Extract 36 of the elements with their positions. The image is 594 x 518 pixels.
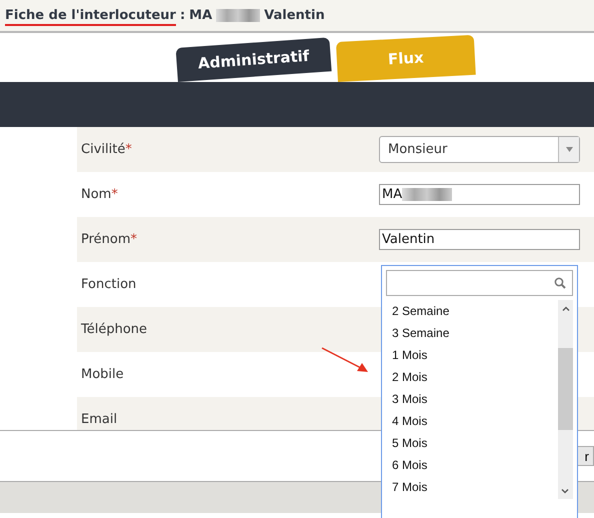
search-icon — [554, 277, 566, 289]
required-asterisk: * — [130, 232, 138, 247]
field-label: Mobile — [81, 367, 124, 382]
field-label: Email — [81, 412, 118, 427]
dropdown-option[interactable]: 3 Semaine — [386, 322, 558, 344]
name-input[interactable]: MA — [379, 184, 580, 205]
field-label: Téléphone — [81, 322, 148, 337]
field-label: Fonction — [81, 277, 136, 292]
contact-first-name: Valentin — [264, 8, 325, 23]
search-field[interactable] — [386, 270, 573, 296]
annotation-arrow — [321, 347, 369, 373]
dropdown-option[interactable]: 2 Mois — [386, 366, 558, 388]
chevron-up-icon — [562, 306, 570, 311]
dropdown-option[interactable]: 6 Mois — [386, 454, 558, 476]
tab[interactable]: Administratif — [176, 37, 332, 82]
dropdown-option[interactable]: 1 Mois — [386, 344, 558, 366]
dropdown-option[interactable]: 7 Mois — [386, 476, 558, 498]
dropdown-option[interactable]: 2 Semaine — [386, 300, 558, 322]
scrollbar[interactable] — [558, 300, 573, 499]
dropdown-option[interactable]: 3 Mois — [386, 388, 558, 410]
dropdown-option[interactable]: 4 Mois — [386, 410, 558, 432]
redacted-blur-icon — [402, 188, 452, 201]
caret-icon — [566, 147, 572, 152]
civility-select[interactable]: Monsieur — [379, 136, 580, 163]
field-label: Civilité — [81, 142, 126, 157]
field-label: Nom — [81, 187, 112, 202]
chevron-down-icon — [561, 489, 569, 494]
required-asterisk: * — [111, 187, 118, 202]
field-label: Prénom — [81, 232, 131, 247]
contact-name: MA — [189, 8, 212, 23]
redacted-blur-icon — [216, 9, 260, 22]
first-name-input[interactable]: Valentin — [379, 229, 580, 250]
title-separator: : — [180, 8, 186, 23]
dropdown-option[interactable]: 5 Mois — [386, 432, 558, 454]
page-title: Fiche de l'interlocuteur — [5, 8, 176, 26]
required-asterisk: * — [125, 142, 132, 157]
